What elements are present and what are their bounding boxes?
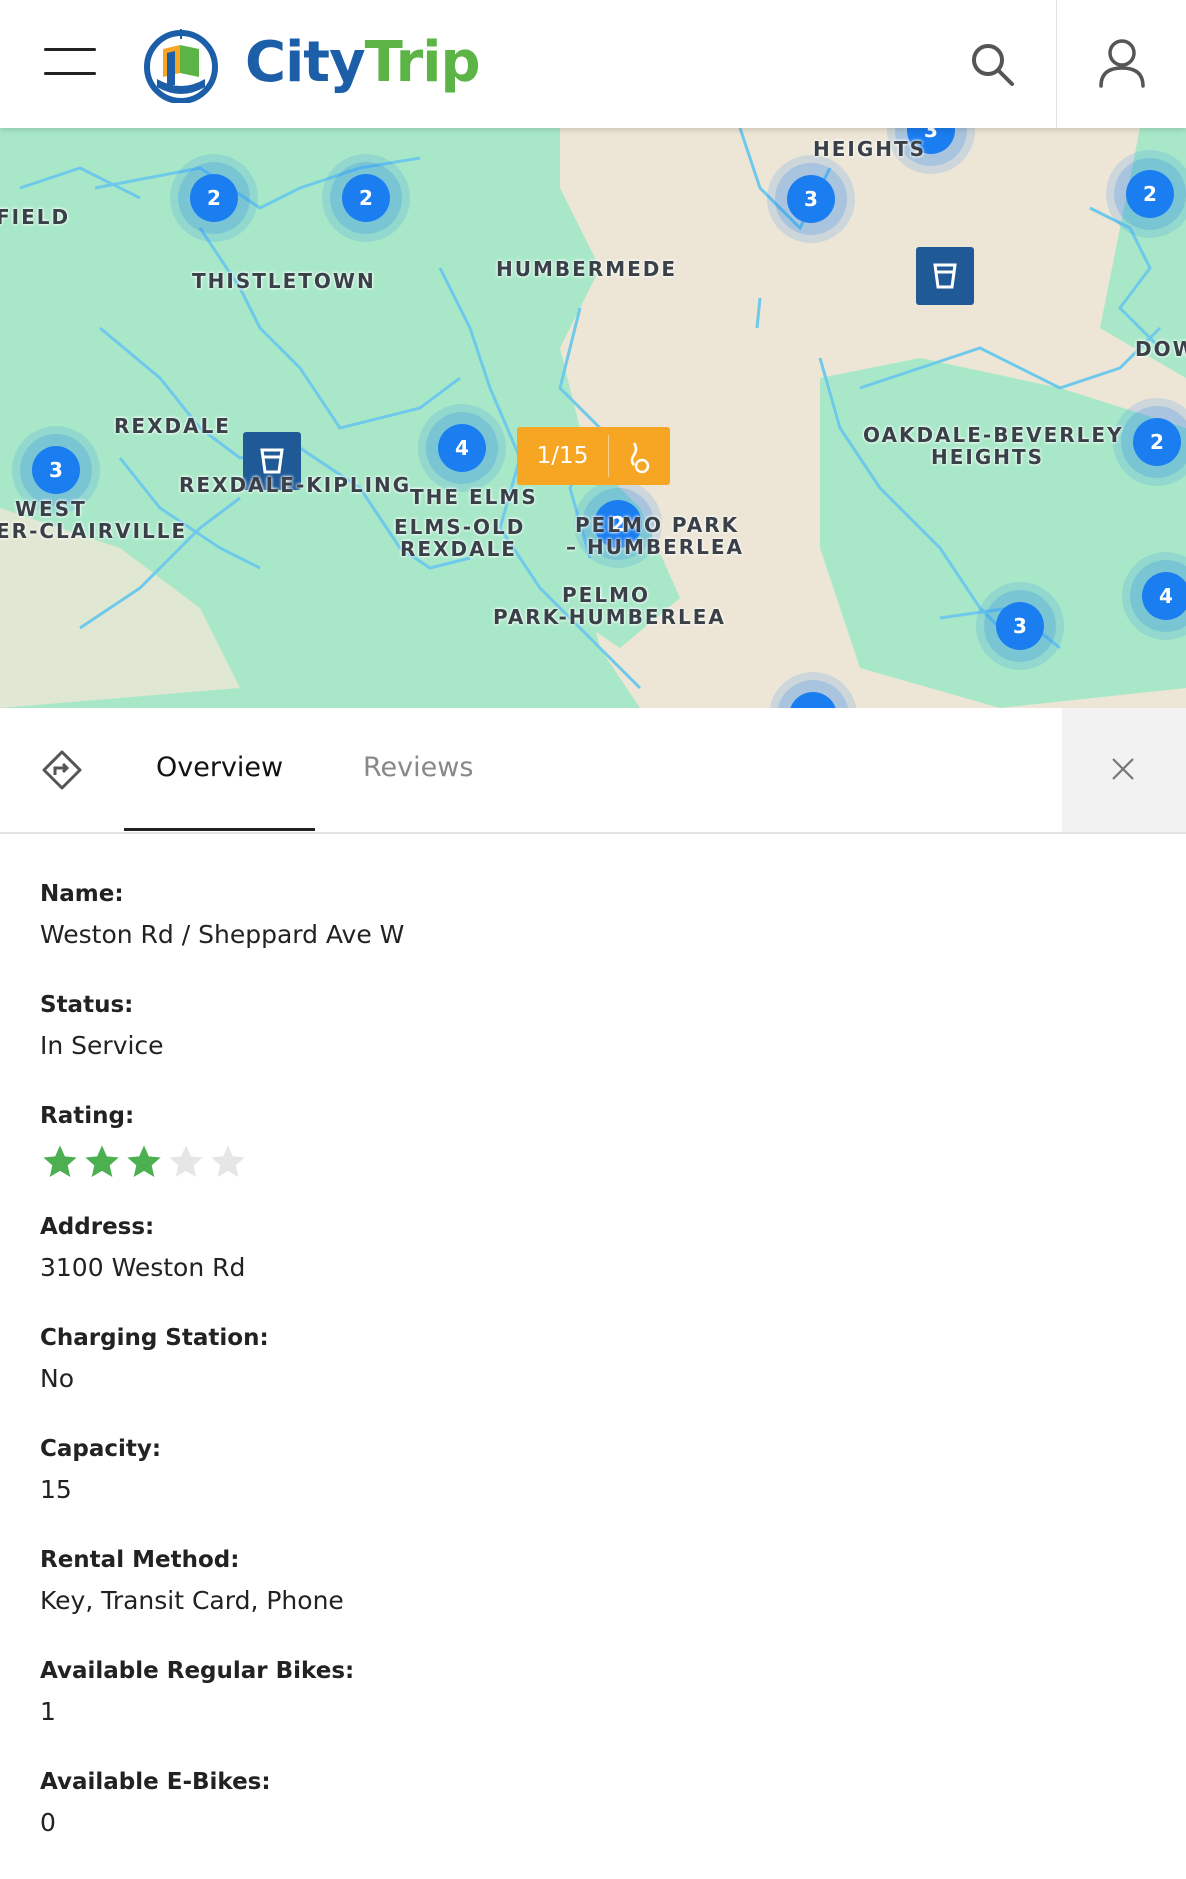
station-cluster[interactable]: 3 bbox=[972, 578, 1068, 674]
station-cluster[interactable]: 2 bbox=[318, 150, 414, 246]
station-availability-count: 1/15 bbox=[536, 443, 589, 469]
map-label: ELMS-OLD bbox=[394, 515, 526, 539]
star-filled-icon bbox=[85, 1145, 119, 1177]
marker-divider bbox=[608, 435, 609, 477]
cluster-count: 2 bbox=[359, 186, 373, 210]
field-label: Charging Station: bbox=[40, 1325, 269, 1351]
station-cluster[interactable]: 4 bbox=[1118, 548, 1186, 644]
map-label: PARK-HUMBERLEA bbox=[493, 605, 726, 629]
cluster-count: 4 bbox=[1159, 584, 1173, 608]
header-divider bbox=[1056, 0, 1057, 128]
map-label: ER-CLAIRVILLE bbox=[0, 519, 188, 543]
field-status: Status: In Service bbox=[40, 991, 1140, 1102]
field-available-ebikes: Available E-Bikes: 0 bbox=[40, 1768, 1140, 1879]
map-label: – HUMBERLEA bbox=[566, 535, 745, 559]
charging-station-value: No bbox=[40, 1364, 74, 1393]
cluster-count: 3 bbox=[804, 187, 818, 211]
available-regular-bikes-value: 1 bbox=[40, 1697, 56, 1726]
hamburger-menu-icon[interactable] bbox=[44, 48, 96, 78]
rental-method-value: Key, Transit Card, Phone bbox=[40, 1586, 344, 1615]
close-icon bbox=[1112, 758, 1134, 780]
cluster-count: 2 bbox=[207, 186, 221, 210]
cluster-count: 2 bbox=[1143, 182, 1157, 206]
star-filled-icon bbox=[127, 1145, 161, 1177]
map-label: FIELD bbox=[0, 205, 71, 229]
field-label: Rating: bbox=[40, 1103, 135, 1129]
field-capacity: Capacity: 15 bbox=[40, 1435, 1140, 1546]
close-panel-button[interactable] bbox=[1062, 708, 1186, 832]
offscreen-cluster-edge bbox=[769, 672, 857, 708]
map-view[interactable]: 2 2 3 3 2 3 4 2 2 4 3 HEIGHTS FIELD THIS… bbox=[0, 128, 1186, 708]
active-tab-indicator bbox=[124, 828, 315, 831]
field-name: Name: Weston Rd / Sheppard Ave W bbox=[40, 880, 1140, 991]
station-cluster[interactable]: 3 bbox=[763, 151, 859, 247]
field-label: Available Regular Bikes: bbox=[40, 1658, 355, 1684]
bike-dock-icon bbox=[630, 442, 650, 474]
map-label: DOW bbox=[1135, 337, 1186, 361]
field-available-regular-bikes: Available Regular Bikes: 1 bbox=[40, 1657, 1140, 1768]
station-tabs: Overview Reviews bbox=[0, 708, 1186, 834]
map-label: THISTLETOWN bbox=[192, 269, 376, 293]
station-status: In Service bbox=[40, 1031, 164, 1060]
available-ebikes-value: 0 bbox=[40, 1808, 56, 1837]
tab-overview[interactable]: Overview bbox=[156, 752, 283, 783]
station-address: 3100 Weston Rd bbox=[40, 1253, 246, 1282]
field-label: Capacity: bbox=[40, 1436, 162, 1462]
field-label: Rental Method: bbox=[40, 1547, 240, 1573]
field-charging-station: Charging Station: No bbox=[40, 1324, 1140, 1435]
map-label: WEST bbox=[15, 497, 87, 521]
star-filled-icon bbox=[43, 1145, 77, 1177]
star-empty-icon bbox=[211, 1145, 245, 1177]
map-label: PELMO bbox=[562, 583, 650, 607]
brand-name-part2: Trip bbox=[364, 30, 481, 95]
map-label: PELMO PARK bbox=[575, 513, 740, 537]
selected-station-marker[interactable]: 1/15 bbox=[517, 427, 670, 485]
field-label: Address: bbox=[40, 1214, 155, 1240]
brand-name-part1: City bbox=[245, 30, 366, 95]
citytrip-logo-icon[interactable] bbox=[143, 27, 219, 103]
map-label: OAKDALE-BEVERLEY bbox=[863, 423, 1124, 447]
star-rating bbox=[40, 1142, 1140, 1186]
bike-station-icon[interactable] bbox=[916, 247, 974, 305]
tab-reviews[interactable]: Reviews bbox=[363, 752, 473, 783]
map-label: REXDALE bbox=[400, 537, 517, 561]
station-cluster[interactable]: 2 bbox=[166, 150, 262, 246]
field-rating: Rating: bbox=[40, 1102, 1140, 1213]
map-label: REXDALE-KIPLING bbox=[179, 473, 412, 497]
map-label: THE ELMS bbox=[410, 485, 538, 509]
cluster-count: 4 bbox=[455, 436, 469, 460]
directions-icon[interactable] bbox=[40, 748, 84, 792]
cluster-count: 3 bbox=[1013, 614, 1027, 638]
field-label: Status: bbox=[40, 992, 134, 1018]
station-cluster[interactable]: 2 bbox=[1102, 146, 1186, 242]
app-header: CityTrip bbox=[0, 0, 1186, 128]
star-empty-icon bbox=[169, 1145, 203, 1177]
station-name: Weston Rd / Sheppard Ave W bbox=[40, 920, 405, 949]
map-label: HEIGHTS bbox=[813, 137, 927, 161]
field-label: Available E-Bikes: bbox=[40, 1769, 271, 1795]
station-details: Name: Weston Rd / Sheppard Ave W Status:… bbox=[40, 880, 1140, 1879]
station-cluster[interactable]: 4 bbox=[414, 400, 510, 496]
brand-name[interactable]: CityTrip bbox=[245, 30, 481, 95]
field-address: Address: 3100 Weston Rd bbox=[40, 1213, 1140, 1324]
map-label: HUMBERMEDE bbox=[496, 257, 678, 281]
map-label: REXDALE bbox=[114, 414, 231, 438]
map-label: HEIGHTS bbox=[931, 445, 1045, 469]
capacity-value: 15 bbox=[40, 1475, 72, 1504]
user-icon[interactable] bbox=[1098, 38, 1146, 88]
field-label: Name: bbox=[40, 881, 124, 907]
search-icon[interactable] bbox=[968, 40, 1016, 88]
field-rental-method: Rental Method: Key, Transit Card, Phone bbox=[40, 1546, 1140, 1657]
